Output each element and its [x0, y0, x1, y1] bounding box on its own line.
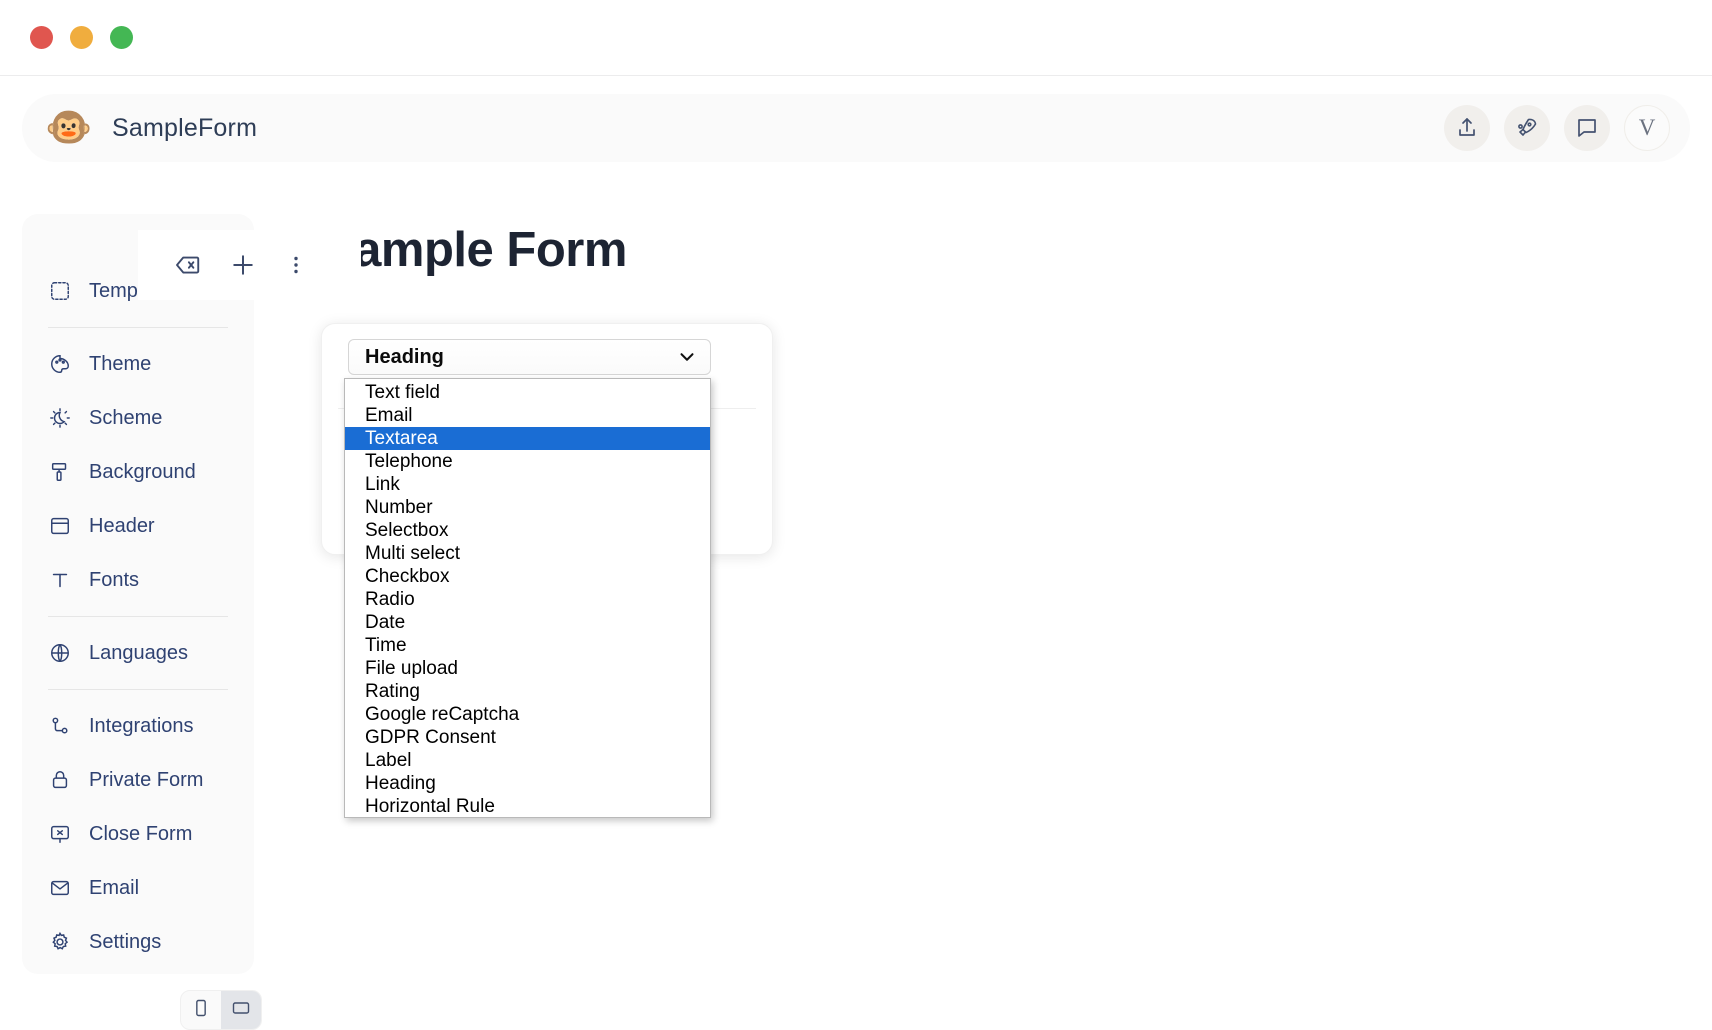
publish-button[interactable] — [1504, 105, 1550, 151]
field-type-option[interactable]: Label — [345, 749, 710, 772]
sidebar-item-label: Background — [89, 460, 196, 483]
field-type-option[interactable]: GDPR Consent — [345, 726, 710, 749]
sidebar-item-label: Scheme — [89, 406, 163, 429]
chevron-down-icon — [676, 346, 698, 368]
mobile-phone-icon — [191, 998, 211, 1023]
sidebar-divider — [48, 616, 228, 617]
sidebar-divider — [48, 689, 228, 690]
field-type-option[interactable]: Email — [345, 404, 710, 427]
sidebar-item-label: Languages — [89, 641, 188, 664]
window-title-bar — [0, 0, 1712, 76]
sidebar-item-label: Email — [89, 876, 140, 899]
sidebar-item-settings[interactable]: Settings — [22, 915, 254, 969]
field-type-option[interactable]: Heading — [345, 772, 710, 795]
desktop-view-button[interactable] — [221, 991, 261, 1029]
sun-moon-icon — [49, 407, 71, 429]
field-type-option-list[interactable]: Text field Email Textarea Telephone Link Numb… — [344, 378, 711, 818]
sidebar-item-background[interactable]: Background — [22, 445, 254, 499]
sidebar-item-fonts[interactable]: Fonts — [22, 553, 254, 607]
settings-sidebar: Template Theme Scheme Background Header … — [22, 214, 254, 974]
close-window-button[interactable] — [30, 26, 53, 49]
field-type-option[interactable]: Rating — [345, 680, 710, 703]
brand: 🐵 SampleForm — [45, 107, 258, 149]
field-type-option[interactable]: Telephone — [345, 450, 710, 473]
field-type-option[interactable]: Textarea — [345, 427, 710, 450]
sidebar-item-theme[interactable]: Theme — [22, 337, 254, 391]
field-type-select[interactable]: Heading — [348, 339, 711, 375]
sidebar-group-languages: Languages — [22, 626, 254, 680]
app-title: SampleForm — [112, 113, 258, 142]
share-icon — [1455, 116, 1479, 140]
field-type-option[interactable]: Horizontal Rule — [345, 795, 710, 817]
field-type-option[interactable]: Google reCaptcha — [345, 703, 710, 726]
field-type-option[interactable]: Selectbox — [345, 519, 710, 542]
sidebar-item-languages[interactable]: Languages — [22, 626, 254, 680]
field-type-option[interactable]: Checkbox — [345, 565, 710, 588]
lock-icon — [49, 769, 71, 791]
field-type-option[interactable]: Time — [345, 634, 710, 657]
envelope-icon — [49, 877, 71, 899]
share-button[interactable] — [1444, 105, 1490, 151]
field-type-option[interactable]: File upload — [345, 657, 710, 680]
header-actions: V — [1444, 105, 1670, 151]
monkey-face-logo: 🐵 — [45, 107, 93, 149]
field-type-option[interactable]: Date — [345, 611, 710, 634]
sidebar-item-scheme[interactable]: Scheme — [22, 391, 254, 445]
font-type-icon — [49, 569, 71, 591]
header-layout-icon — [49, 515, 71, 537]
sidebar-item-label: Theme — [89, 352, 152, 375]
page-title: Sample Form — [322, 223, 627, 277]
sidebar-item-label: Close Form — [89, 822, 193, 845]
field-type-option[interactable]: Link — [345, 473, 710, 496]
close-form-icon — [49, 823, 71, 845]
feedback-button[interactable] — [1564, 105, 1610, 151]
field-type-option[interactable]: Text field — [345, 381, 710, 404]
sidebar-group-advanced: Integrations Private Form Close Form Ema… — [22, 699, 254, 969]
user-avatar[interactable]: V — [1624, 105, 1670, 151]
mobile-view-button[interactable] — [181, 991, 221, 1029]
block-toolbar — [138, 230, 361, 300]
paint-roller-icon — [49, 461, 71, 483]
avatar-initial: V — [1638, 115, 1656, 140]
add-block-icon[interactable] — [228, 250, 258, 280]
app-header: 🐵 SampleForm V — [22, 94, 1690, 162]
field-type-select-value: Heading — [365, 345, 444, 368]
field-type-option[interactable]: Radio — [345, 588, 710, 611]
desktop-monitor-icon — [231, 998, 251, 1023]
sidebar-item-label: Header — [89, 514, 155, 537]
form-canvas: Sample Form Heading Text field Email Tex… — [138, 190, 1688, 980]
sidebar-item-label: Integrations — [89, 714, 194, 737]
sidebar-item-private-form[interactable]: Private Form — [22, 753, 254, 807]
device-preview-toggle — [180, 990, 262, 1030]
maximize-window-button[interactable] — [110, 26, 133, 49]
sidebar-item-label: Settings — [89, 930, 162, 953]
traffic-lights — [30, 26, 133, 49]
publish-rocket-icon — [1515, 116, 1539, 140]
more-options-icon[interactable] — [284, 253, 308, 277]
sidebar-item-label: Private Form — [89, 768, 204, 791]
palette-icon — [49, 353, 71, 375]
field-type-option[interactable]: Number — [345, 496, 710, 519]
integrations-icon — [49, 715, 71, 737]
sidebar-divider — [48, 327, 228, 328]
delete-block-icon[interactable] — [172, 250, 202, 280]
sidebar-group-appearance: Theme Scheme Background Header Fonts — [22, 337, 254, 607]
feedback-chat-icon — [1575, 116, 1599, 140]
sidebar-item-email[interactable]: Email — [22, 861, 254, 915]
minimize-window-button[interactable] — [70, 26, 93, 49]
sidebar-item-integrations[interactable]: Integrations — [22, 699, 254, 753]
template-icon — [49, 280, 71, 302]
sidebar-item-header[interactable]: Header — [22, 499, 254, 553]
globe-icon — [49, 642, 71, 664]
sidebar-item-close-form[interactable]: Close Form — [22, 807, 254, 861]
gear-icon — [49, 931, 71, 953]
sidebar-item-label: Fonts — [89, 568, 140, 591]
field-type-option[interactable]: Multi select — [345, 542, 710, 565]
